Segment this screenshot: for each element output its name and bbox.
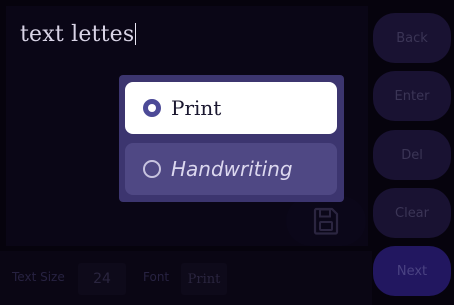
- font-label: Font: [143, 270, 170, 284]
- save-button[interactable]: [286, 196, 366, 246]
- font-selection-dialog: Print Handwriting: [119, 75, 344, 202]
- delete-button[interactable]: Del: [373, 130, 451, 180]
- enter-button[interactable]: Enter: [373, 71, 451, 121]
- text-cursor: [135, 23, 137, 45]
- radio-selected-icon: [143, 99, 161, 117]
- font-option-handwriting[interactable]: Handwriting: [125, 143, 337, 195]
- text-value: text lettes: [20, 22, 137, 47]
- next-button[interactable]: Next: [373, 246, 451, 296]
- floppy-disk-icon: [313, 207, 339, 235]
- screen: text lettes Back Enter Del Clear Next Te…: [0, 0, 454, 305]
- text-size-label: Text Size: [12, 270, 65, 284]
- back-button[interactable]: Back: [373, 13, 451, 63]
- font-value[interactable]: Print: [181, 263, 227, 295]
- clear-button[interactable]: Clear: [373, 188, 451, 238]
- text-value-content: text lettes: [20, 22, 135, 47]
- text-size-value[interactable]: 24: [78, 263, 126, 295]
- radio-unselected-icon: [143, 160, 161, 178]
- font-option-print-label: Print: [171, 96, 222, 120]
- font-option-handwriting-label: Handwriting: [171, 157, 293, 181]
- font-option-print[interactable]: Print: [125, 82, 337, 134]
